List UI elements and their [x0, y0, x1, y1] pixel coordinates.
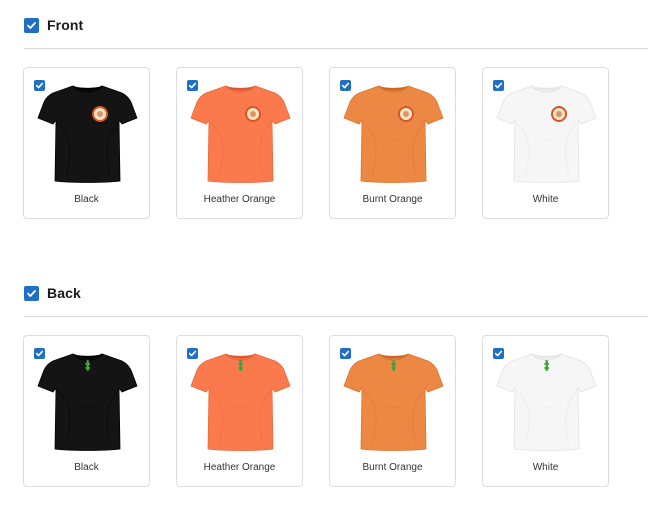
checkmark-icon — [494, 82, 503, 89]
tshirt-mockup-image — [342, 76, 445, 186]
variant-card-front-burnt-orange[interactable]: Burnt Orange — [329, 67, 456, 219]
checkmark-icon — [188, 82, 197, 89]
checkmark-icon — [188, 350, 197, 357]
front-logo — [92, 106, 108, 122]
variant-checkbox[interactable] — [340, 348, 351, 359]
variant-label: White — [532, 194, 559, 205]
front-logo — [398, 106, 414, 122]
variant-card-back-heather-orange[interactable]: Heather Orange — [176, 335, 303, 487]
front-checkbox[interactable] — [24, 17, 39, 33]
checkmark-icon — [341, 82, 350, 89]
variant-label: Burnt Orange — [362, 462, 423, 473]
front-logo — [551, 106, 567, 122]
variant-checkbox[interactable] — [493, 80, 504, 91]
tshirt-mockup-image — [495, 344, 598, 454]
variant-card-front-black[interactable]: Black — [23, 67, 150, 219]
front-section-title: Front — [47, 17, 84, 33]
variant-card-back-white[interactable]: White — [482, 335, 609, 487]
variant-checkbox[interactable] — [340, 80, 351, 91]
checkmark-icon — [35, 350, 44, 357]
variant-label: Black — [74, 462, 99, 473]
back-section-title: Back — [47, 285, 81, 301]
front-logo — [245, 106, 261, 122]
tshirt-mockup-image — [342, 344, 445, 454]
variant-label: Heather Orange — [203, 462, 276, 473]
back-divider — [24, 316, 648, 317]
variant-checkbox[interactable] — [34, 348, 45, 359]
tshirt-mockup-image — [36, 76, 139, 186]
variant-checkbox[interactable] — [187, 348, 198, 359]
tshirt-mockup-image — [495, 76, 598, 186]
back-checkbox[interactable] — [24, 285, 39, 301]
tshirt-mockup-image — [189, 344, 292, 454]
front-divider — [24, 48, 648, 49]
variant-card-front-white[interactable]: White — [482, 67, 609, 219]
variant-checkbox[interactable] — [187, 80, 198, 91]
variant-checkbox[interactable] — [493, 348, 504, 359]
variant-label: Black — [74, 194, 99, 205]
variant-label: Burnt Orange — [362, 194, 423, 205]
checkmark-icon — [494, 350, 503, 357]
variant-label: White — [532, 462, 559, 473]
front-section-header[interactable]: Front — [24, 16, 83, 34]
checkmark-icon — [27, 21, 36, 29]
checkmark-icon — [27, 289, 36, 297]
variant-card-back-black[interactable]: Black — [23, 335, 150, 487]
variant-label: Heather Orange — [203, 194, 276, 205]
checkmark-icon — [341, 350, 350, 357]
back-section-header[interactable]: Back — [24, 284, 81, 302]
variant-checkbox[interactable] — [34, 80, 45, 91]
tshirt-mockup-image — [189, 76, 292, 186]
variant-card-front-heather-orange[interactable]: Heather Orange — [176, 67, 303, 219]
variant-card-back-burnt-orange[interactable]: Burnt Orange — [329, 335, 456, 487]
checkmark-icon — [35, 82, 44, 89]
tshirt-mockup-image — [36, 344, 139, 454]
